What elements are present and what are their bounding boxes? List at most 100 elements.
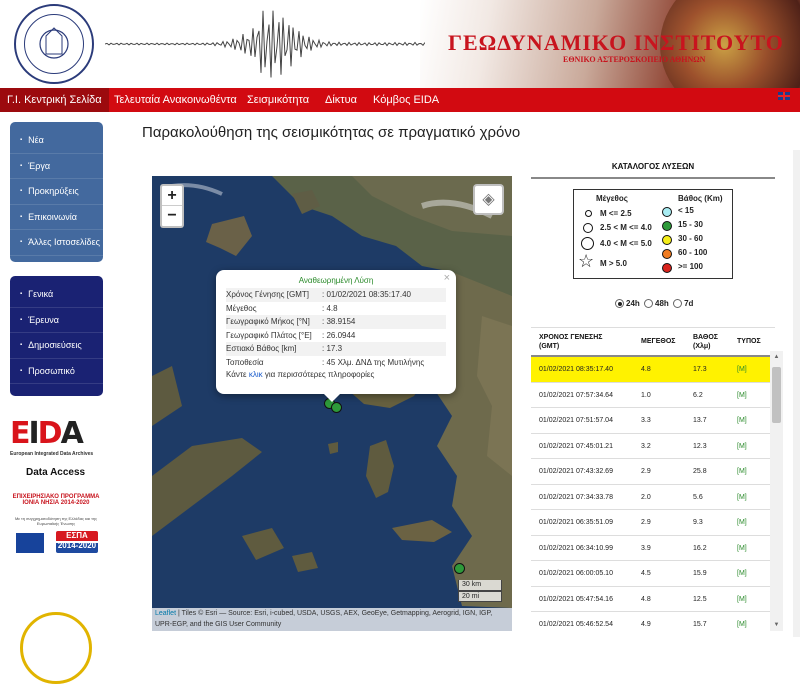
more-info-link[interactable]: κλικ xyxy=(249,370,263,379)
popup-row: Τοποθεσία: 45 Χλμ. ΔΝΔ της Μυτιλήνης xyxy=(226,356,446,370)
scroll-up-icon[interactable]: ▲ xyxy=(770,351,783,363)
table-row[interactable]: 01/02/2021 05:46:52.54 4.9 15.7 [M] xyxy=(531,612,775,637)
sidebar-item-staff[interactable]: Προσωπικό xyxy=(10,359,103,384)
table-row[interactable]: 01/02/2021 08:35:17.40 4.8 17.3 [M] xyxy=(531,357,775,383)
popup-row-value: : 26.0944 xyxy=(322,330,356,340)
legend-depth-label: >= 100 xyxy=(678,262,703,271)
page-scrollbar[interactable] xyxy=(793,150,800,637)
sidebar-item-contact[interactable]: Επικοινωνία xyxy=(10,205,103,230)
legend-mag-4: M > 5.0 xyxy=(600,259,627,268)
period-24h-radio[interactable] xyxy=(615,299,624,309)
earthquake-marker[interactable] xyxy=(331,402,342,413)
uk-flag-icon[interactable] xyxy=(778,92,790,100)
legend-depth-label: 30 - 60 xyxy=(678,234,703,243)
mag-medium-icon xyxy=(583,223,593,233)
sidebar-item-projects[interactable]: Έργα xyxy=(10,154,103,179)
nav-announcements[interactable]: Τελευταία Ανακοινωθέντα xyxy=(107,88,244,112)
page-title: Παρακολούθηση της σεισμικότητας σε πραγμ… xyxy=(142,124,521,141)
row-depth: 16.2 xyxy=(693,544,707,552)
legend-mag-2: 2.5 < M <= 4.0 xyxy=(600,223,652,232)
row-time: 01/02/2021 06:00:05.10 xyxy=(539,570,613,577)
table-row[interactable]: 01/02/2021 07:43:32.69 2.9 25.8 [M] xyxy=(531,459,775,485)
popup-row: Εστιακό Βάθος [km]: 17.3 xyxy=(226,342,446,356)
col-magnitude: ΜΕΓΕΘΟΣ xyxy=(641,338,676,345)
row-time: 01/02/2021 08:35:17.40 xyxy=(539,366,613,373)
row-type: [M] xyxy=(737,570,747,577)
nav-home[interactable]: Γ.Ι. Κεντρική Σελίδα xyxy=(0,88,109,112)
sidebar-item-other-sites[interactable]: Άλλες Ιστοσελίδες xyxy=(10,230,103,256)
site-header: ΓΕΩΔΥΝΑΜΙΚΟ ΙΝΣΤΙΤΟΥΤΟ ΕΘΝΙΚΟ ΑΣΤΕΡΟΣΚΟΠ… xyxy=(0,0,800,88)
popup-footer: Κάντε κλικ για περισσότερες πληροφορίες xyxy=(226,370,375,379)
eida-logo[interactable]: EIDA European Integrated Data Archives xyxy=(10,416,102,457)
scale-mi: 20 mi xyxy=(458,591,502,602)
table-row[interactable]: 01/02/2021 07:51:57.04 3.3 13.7 [M] xyxy=(531,408,775,434)
table-row[interactable]: 01/02/2021 06:34:10.99 3.9 16.2 [M] xyxy=(531,536,775,561)
sidebar-item-publications[interactable]: Δημοσιεύσεις xyxy=(10,333,103,359)
row-type: [M] xyxy=(737,417,747,424)
institute-title[interactable]: ΓΕΩΔΥΝΑΜΙΚΟ ΙΝΣΤΙΤΟΥΤΟ xyxy=(448,30,784,56)
nav-networks[interactable]: Δίκτυα xyxy=(318,88,364,112)
mag-large-icon xyxy=(581,237,594,250)
popup-row-label: Γεωγραφικό Μήκος [°N] xyxy=(226,317,310,326)
scroll-down-icon[interactable]: ▼ xyxy=(770,619,783,631)
data-access-link[interactable]: Data Access xyxy=(26,467,85,478)
sidebar-menu-primary: Νέα Έργα Προκηρύξεις Επικοινωνία Άλλες Ι… xyxy=(10,122,103,262)
table-row[interactable]: 01/02/2021 07:34:33.78 2.0 5.6 [M] xyxy=(531,485,775,510)
row-type: [M] xyxy=(737,468,747,475)
layers-icon[interactable]: ◈ xyxy=(473,184,504,215)
popup-close-button[interactable]: × xyxy=(444,272,450,284)
table-row[interactable]: 01/02/2021 06:00:05.10 4.5 15.9 [M] xyxy=(531,561,775,587)
main-navigation: Γ.Ι. Κεντρική Σελίδα Τελευταία Ανακοινωθ… xyxy=(0,88,800,112)
legend-depth-label: < 15 xyxy=(678,206,694,215)
depth-color-swatch xyxy=(662,263,672,273)
zoom-out-button[interactable]: − xyxy=(162,206,182,226)
row-magnitude: 4.8 xyxy=(641,366,651,373)
table-row[interactable]: 01/02/2021 05:47:54.16 4.8 12.5 [M] xyxy=(531,587,775,612)
row-depth: 12.3 xyxy=(693,442,707,450)
row-time: 01/02/2021 07:45:01.21 xyxy=(539,442,613,450)
espa-cofunding-text: Με τη συγχρηματοδότηση της Ελλάδας και τ… xyxy=(14,516,98,526)
scrollbar-thumb[interactable] xyxy=(772,367,781,423)
row-depth: 13.7 xyxy=(693,417,707,424)
zoom-in-button[interactable]: + xyxy=(162,186,182,206)
row-depth: 9.3 xyxy=(693,519,703,526)
nav-seismicity[interactable]: Σεισμικότητα xyxy=(240,88,316,112)
tsunami-warning-logo[interactable] xyxy=(20,612,92,684)
legend-mag-1: M <= 2.5 xyxy=(600,209,632,218)
sidebar-menu-secondary: Γενικά Έρευνα Δημοσιεύσεις Προσωπικό xyxy=(10,276,103,396)
row-magnitude: 3.2 xyxy=(641,442,651,450)
period-7d-radio[interactable] xyxy=(673,299,683,309)
map-attribution: Leaflet | Tiles © Esri — Source: Esri, i… xyxy=(152,608,512,631)
institute-subtitle: ΕΘΝΙΚΟ ΑΣΤΕΡΟΣΚΟΠΕΙΟ ΑΘΗΝΩΝ xyxy=(563,55,706,64)
popup-row-label: Τοποθεσία xyxy=(226,357,264,367)
popup-row: Γεωγραφικό Μήκος [°N]: 38.9154 xyxy=(226,315,446,329)
popup-row: Χρόνος Γένησης [GMT]: 01/02/2021 08:35:1… xyxy=(226,288,446,302)
leaflet-link[interactable]: Leaflet xyxy=(155,610,176,617)
popup-row-label: Χρόνος Γένησης [GMT] xyxy=(226,290,309,299)
period-48h-radio[interactable] xyxy=(644,299,654,309)
row-type: [M] xyxy=(737,391,747,399)
popup-row-label: Εστιακό Βάθος [km] xyxy=(226,344,297,353)
sidebar-item-calls[interactable]: Προκηρύξεις xyxy=(10,179,103,205)
seismogram-graphic xyxy=(105,10,425,78)
espa-logo: ΕΣΠΑ 2014-2020 xyxy=(56,531,98,553)
sidebar-item-general[interactable]: Γενικά xyxy=(10,282,103,308)
nav-eida-node[interactable]: Κόμβος EIDA xyxy=(366,88,446,112)
table-scrollbar[interactable]: ▲ ▼ xyxy=(770,351,783,631)
observatory-logo[interactable] xyxy=(14,4,94,84)
table-row[interactable]: 01/02/2021 07:45:01.21 3.2 12.3 [M] xyxy=(531,434,775,459)
table-row[interactable]: 01/02/2021 07:57:34.64 1.0 6.2 [M] xyxy=(531,383,775,408)
row-time: 01/02/2021 07:34:33.78 xyxy=(539,493,613,501)
row-depth: 25.8 xyxy=(693,468,707,475)
star-icon: ☆ xyxy=(578,251,595,271)
seismicity-map[interactable]: + − ◈ × Αναθεωρημένη Λύση Χρόνος Γένησης… xyxy=(152,176,512,631)
row-type: [M] xyxy=(737,493,747,501)
depth-color-swatch xyxy=(662,207,672,217)
sidebar-item-news[interactable]: Νέα xyxy=(10,128,103,154)
earthquake-popup: × Αναθεωρημένη Λύση Χρόνος Γένησης [GMT]… xyxy=(216,270,456,402)
sidebar-item-research[interactable]: Έρευνα xyxy=(10,308,103,333)
earthquake-marker[interactable] xyxy=(454,563,465,574)
table-row[interactable]: 01/02/2021 06:35:51.09 2.9 9.3 [M] xyxy=(531,510,775,536)
popup-row: Γεωγραφικό Πλάτος [°E]: 26.0944 xyxy=(226,329,446,343)
row-magnitude: 2.9 xyxy=(641,468,651,475)
